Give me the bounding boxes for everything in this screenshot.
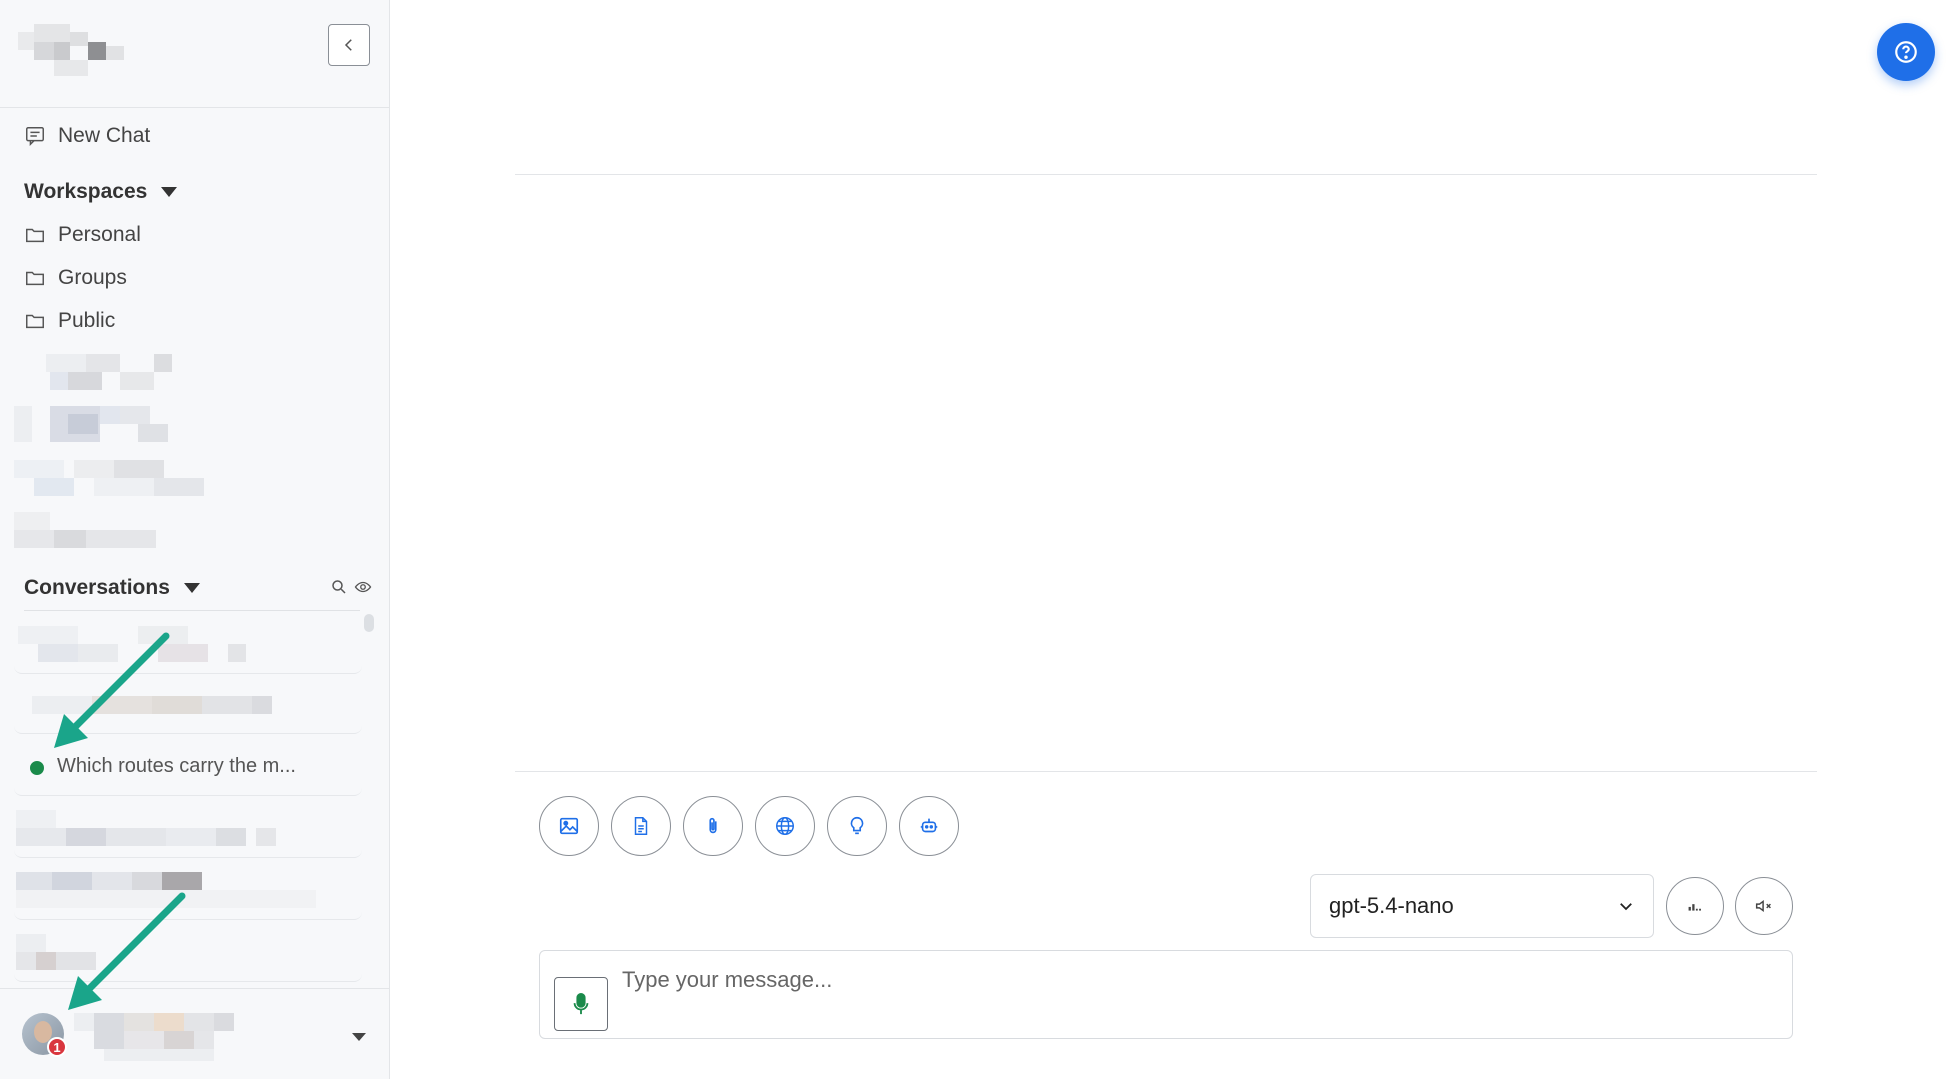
ideas-button[interactable] — [827, 796, 887, 856]
workspace-item-groups[interactable]: Groups — [24, 266, 127, 290]
chevron-left-icon — [344, 39, 352, 51]
workspace-item-public[interactable]: Public — [24, 309, 115, 333]
new-chat-label: New Chat — [58, 124, 151, 147]
workspaces-toggle[interactable]: Workspaces — [24, 180, 178, 204]
folder-icon — [26, 271, 44, 286]
conversation-list: Which routes carry the m... — [14, 616, 364, 986]
redacted-workspace-item[interactable] — [16, 354, 176, 390]
conversations-label: Conversations — [24, 576, 170, 599]
chat-bottom-divider — [515, 771, 1817, 772]
eye-icon[interactable] — [354, 578, 372, 596]
redacted-workspace-item[interactable] — [14, 406, 174, 444]
conversation-title: Which routes carry the m... — [57, 755, 296, 777]
image-upload-button[interactable] — [539, 796, 599, 856]
caret-down-icon — [183, 583, 200, 593]
conversation-item[interactable] — [14, 616, 362, 674]
redacted-workspace-item[interactable] — [14, 460, 214, 496]
speaker-muted-icon — [1755, 899, 1771, 913]
document-icon — [634, 817, 648, 835]
microphone-icon — [573, 992, 589, 1015]
app-logo — [18, 24, 128, 78]
help-button[interactable] — [1877, 23, 1935, 81]
workspace-label: Public — [58, 309, 116, 332]
redacted-workspace-item[interactable] — [14, 512, 164, 548]
chat-icon — [26, 127, 44, 147]
user-profile-menu[interactable]: 1 — [0, 988, 390, 1079]
folder-icon — [26, 314, 44, 329]
redacted-conversation-title — [16, 872, 336, 908]
robot-icon — [920, 818, 938, 833]
voice-mode-button[interactable] — [1666, 877, 1724, 935]
conversation-item[interactable] — [14, 862, 362, 920]
scrollbar-thumb[interactable] — [364, 614, 374, 632]
notification-badge: 1 — [47, 1037, 67, 1057]
conversation-tools — [330, 578, 372, 596]
lightbulb-icon — [850, 816, 864, 835]
web-search-button[interactable] — [755, 796, 815, 856]
workspaces-label: Workspaces — [24, 180, 148, 203]
folder-icon — [26, 228, 44, 243]
help-icon — [1895, 41, 1917, 63]
globe-icon — [776, 817, 794, 835]
collapse-sidebar-button[interactable] — [328, 24, 370, 66]
redacted-username — [74, 1013, 234, 1061]
sidebar: New Chat Workspaces Personal Groups Publ… — [0, 0, 390, 1079]
model-select[interactable]: gpt-5.4-nano — [1310, 874, 1654, 938]
conversations-toggle[interactable]: Conversations — [24, 576, 200, 600]
model-select-value: gpt-5.4-nano — [1329, 893, 1454, 918]
workspace-label: Personal — [58, 223, 141, 246]
redacted-conversation-title — [16, 934, 116, 970]
caret-down-icon — [161, 187, 178, 197]
message-composer — [539, 950, 1793, 1039]
search-icon[interactable] — [330, 578, 348, 596]
new-chat-button[interactable]: New Chat — [24, 124, 150, 148]
active-status-dot — [30, 761, 44, 775]
conversations-divider — [24, 610, 360, 611]
chat-top-divider — [515, 174, 1817, 175]
caret-down-icon[interactable] — [352, 1033, 366, 1041]
sidebar-header — [0, 0, 389, 108]
image-icon — [559, 817, 579, 835]
redacted-conversation-title — [16, 810, 336, 846]
conversation-item-active[interactable]: Which routes carry the m... — [14, 738, 362, 796]
audio-level-icon — [1688, 904, 1701, 911]
redacted-conversation-title — [18, 626, 318, 662]
redacted-conversation-title — [32, 696, 312, 714]
voice-input-button[interactable] — [554, 977, 608, 1031]
workspace-item-personal[interactable]: Personal — [24, 223, 141, 247]
paperclip-icon — [709, 817, 717, 834]
mute-button[interactable] — [1735, 877, 1793, 935]
workspace-label: Groups — [58, 266, 127, 289]
chevron-down-icon — [1620, 903, 1632, 911]
message-input[interactable] — [622, 965, 1772, 995]
conversation-item[interactable] — [14, 676, 362, 734]
document-upload-button[interactable] — [611, 796, 671, 856]
agent-button[interactable] — [899, 796, 959, 856]
attach-file-button[interactable] — [683, 796, 743, 856]
conversation-item[interactable] — [14, 800, 362, 858]
conversation-item[interactable] — [14, 924, 362, 982]
user-avatar[interactable]: 1 — [22, 1013, 67, 1057]
